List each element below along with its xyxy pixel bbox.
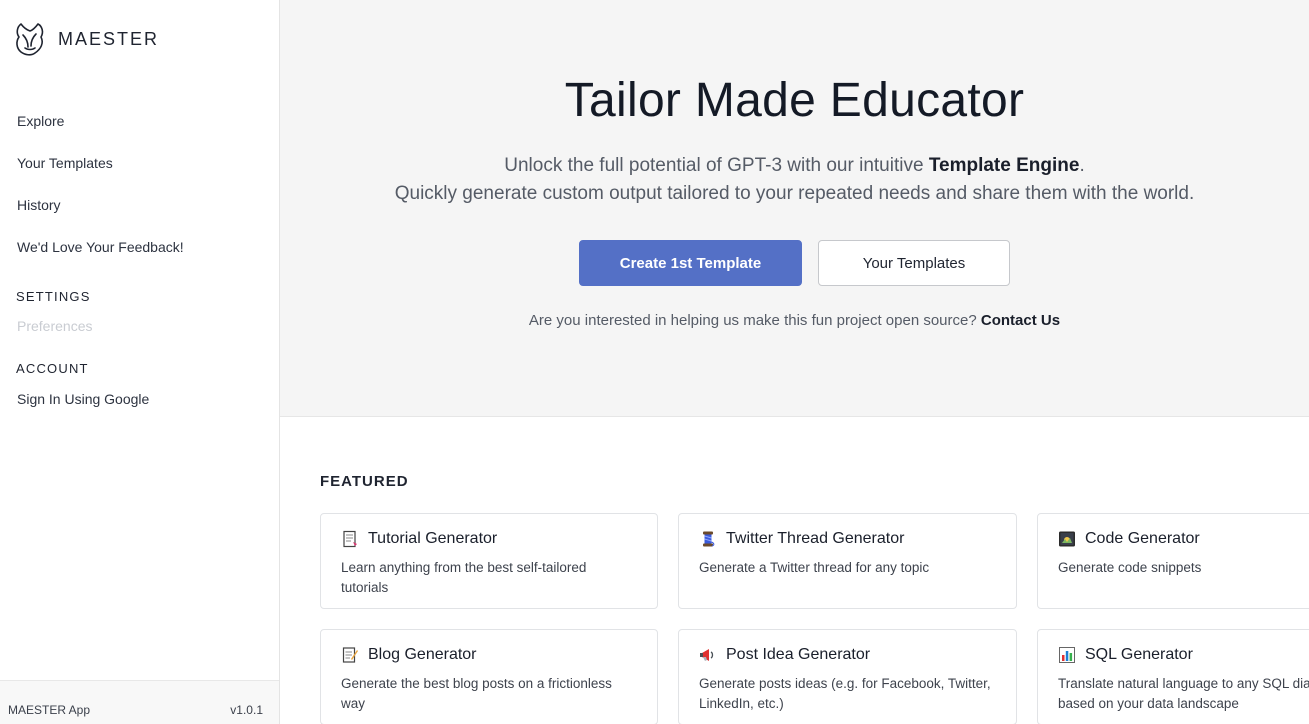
card-description: Generate the best blog posts on a fricti… [341, 676, 612, 711]
brand-name: MAESTER [58, 28, 160, 49]
card-header: Twitter Thread Generator [699, 528, 996, 550]
brand[interactable]: MAESTER [0, 0, 279, 78]
spool-icon [699, 530, 717, 548]
hero-section: Tailor Made Educator Unlock the full pot… [280, 0, 1309, 417]
template-card[interactable]: Blog Generator Generate the best blog po… [320, 629, 658, 724]
page-icon [341, 530, 359, 548]
featured-grid: Tutorial Generator Learn anything from t… [320, 513, 1309, 724]
contact-prompt: Are you interested in helping us make th… [280, 312, 1309, 329]
version-label: v1.0.1 [230, 703, 263, 717]
your-templates-button[interactable]: Your Templates [818, 240, 1010, 286]
sidebar-nav: Explore Your Templates History We'd Love… [0, 100, 279, 268]
card-header: Tutorial Generator [341, 528, 637, 550]
card-title: Code Generator [1085, 530, 1200, 547]
sidebar-item-sign-in-google[interactable]: Sign In Using Google [0, 382, 279, 416]
sidebar-item-history[interactable]: History [0, 184, 279, 226]
card-header: Post Idea Generator [699, 644, 996, 666]
card-description: Learn anything from the best self-tailor… [341, 560, 587, 595]
card-title: Post Idea Generator [726, 646, 871, 663]
sidebar-item-explore[interactable]: Explore [0, 100, 279, 142]
hero-subtitle-bold: Template Engine [928, 155, 1080, 176]
card-header: Blog Generator [341, 644, 637, 666]
page-title: Tailor Made Educator [564, 74, 1025, 127]
template-card[interactable]: SQL Generator Translate natural language… [1037, 629, 1309, 724]
sidebar: MAESTER Explore Your Templates History W… [0, 0, 280, 724]
card-description: Translate natural language to any SQL di… [1058, 676, 1309, 711]
featured-title: FEATURED [320, 473, 409, 490]
template-card[interactable]: Tutorial Generator Learn anything from t… [320, 513, 658, 609]
bar-chart-icon [1058, 646, 1076, 664]
hero-subtitle-prefix: Unlock the full potential of GPT-3 with … [504, 155, 929, 176]
create-template-button[interactable]: Create 1st Template [579, 240, 802, 286]
featured-section: FEATURED Tutorial Generator Learn anythi… [280, 417, 1309, 724]
code-screen-icon [1058, 530, 1076, 548]
sidebar-footer: MAESTER App v1.0.1 [0, 680, 279, 724]
hero-subtitle: Unlock the full potential of GPT-3 with … [280, 152, 1309, 208]
contact-us-link[interactable]: Contact Us [981, 312, 1060, 329]
maester-logo-icon [14, 20, 46, 58]
settings-section-title: SETTINGS [16, 289, 91, 304]
template-card[interactable]: Code Generator Generate code snippets [1037, 513, 1309, 609]
app-root: MAESTER Explore Your Templates History W… [0, 0, 1309, 724]
card-header: Code Generator [1058, 528, 1309, 550]
memo-icon [341, 646, 359, 664]
card-description: Generate posts ideas (e.g. for Facebook,… [699, 676, 991, 711]
card-description: Generate code snippets [1058, 560, 1202, 575]
account-section-title: ACCOUNT [16, 361, 89, 376]
app-name-label: MAESTER App [8, 703, 91, 717]
card-description: Generate a Twitter thread for any topic [699, 560, 930, 575]
sidebar-item-feedback[interactable]: We'd Love Your Feedback! [0, 226, 279, 268]
hero-subtitle-suffix: . [1079, 155, 1085, 176]
sidebar-item-preferences: Preferences [17, 318, 93, 334]
card-title: Tutorial Generator [368, 530, 498, 547]
main-content: Tailor Made Educator Unlock the full pot… [280, 0, 1309, 724]
template-card[interactable]: Post Idea Generator Generate posts ideas… [678, 629, 1017, 724]
hero-buttons: Create 1st Template Your Templates [280, 240, 1309, 286]
card-title: SQL Generator [1085, 646, 1193, 663]
template-card[interactable]: Twitter Thread Generator Generate a Twit… [678, 513, 1017, 609]
contact-prompt-text: Are you interested in helping us make th… [528, 312, 977, 329]
card-header: SQL Generator [1058, 644, 1309, 666]
sidebar-item-your-templates[interactable]: Your Templates [0, 142, 279, 184]
card-title: Blog Generator [368, 646, 477, 663]
hero-subtitle-line2: Quickly generate custom output tailored … [394, 183, 1195, 204]
card-title: Twitter Thread Generator [726, 530, 905, 547]
megaphone-icon [699, 646, 717, 664]
